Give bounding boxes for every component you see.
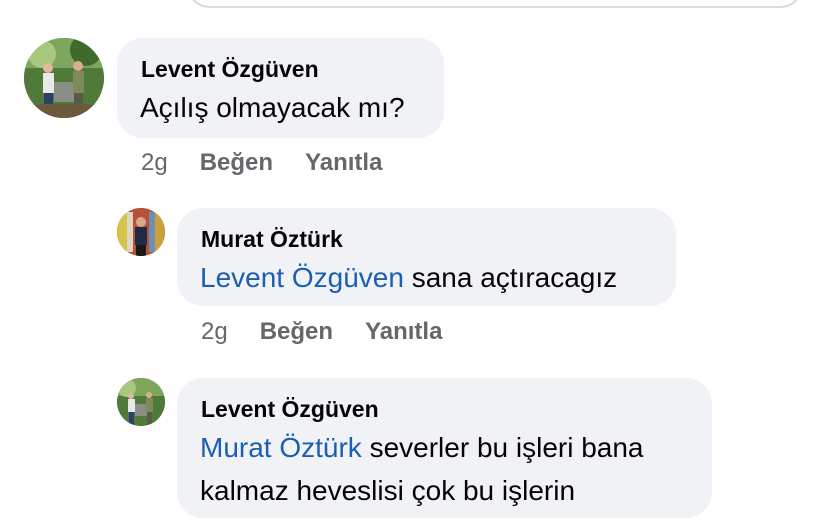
like-button[interactable]: Beğen [200, 149, 273, 176]
comment-text-body: Açılış olmayacak mı? [140, 92, 405, 123]
reply-author[interactable]: Levent Özgüven [201, 396, 379, 423]
avatar-levent-ozguven[interactable] [117, 378, 165, 426]
comment-input-field[interactable] [186, 0, 804, 8]
mention-link[interactable]: Levent Özgüven [200, 262, 404, 293]
reply-text-line1: severler bu işleri bana [361, 432, 644, 463]
reply-bubble: Levent Özgüven Murat Öztürk severler bu … [177, 378, 712, 518]
comment-actions: 2g Beğen Yanıtla [141, 149, 382, 177]
avatar-levent-ozguven[interactable] [24, 38, 104, 118]
reply-author[interactable]: Murat Öztürk [201, 226, 343, 253]
profile-photo-icon [24, 38, 104, 118]
reply-text: Levent Özgüven sana açtıracagız [200, 256, 617, 299]
comments-thread: Levent Özgüven Açılış olmayacak mı? 2g Be… [0, 0, 828, 522]
mention-link[interactable]: Murat Öztürk [200, 432, 362, 463]
comment-author[interactable]: Levent Özgüven [141, 56, 319, 83]
reply-text: Murat Öztürk severler bu işleri bana kalm… [200, 426, 644, 512]
reply-bubble: Murat Öztürk Levent Özgüven sana açtırac… [177, 208, 676, 306]
reply-button[interactable]: Yanıtla [365, 318, 442, 345]
avatar-murat-ozturk[interactable] [117, 208, 165, 256]
comment-text: Açılış olmayacak mı? [140, 86, 405, 129]
reply-timestamp[interactable]: 2g [201, 318, 228, 345]
comment-bubble: Levent Özgüven Açılış olmayacak mı? [117, 38, 444, 138]
comment-timestamp[interactable]: 2g [141, 149, 168, 176]
like-button[interactable]: Beğen [260, 318, 333, 345]
reply-text-body: sana açtıracagız [403, 262, 618, 293]
reply-button[interactable]: Yanıtla [305, 149, 382, 176]
profile-photo-icon [117, 208, 165, 256]
reply-actions: 2g Beğen Yanıtla [201, 318, 442, 346]
profile-photo-icon [117, 378, 165, 426]
reply-text-line2: kalmaz heveslisi çok bu işlerin [200, 475, 576, 506]
